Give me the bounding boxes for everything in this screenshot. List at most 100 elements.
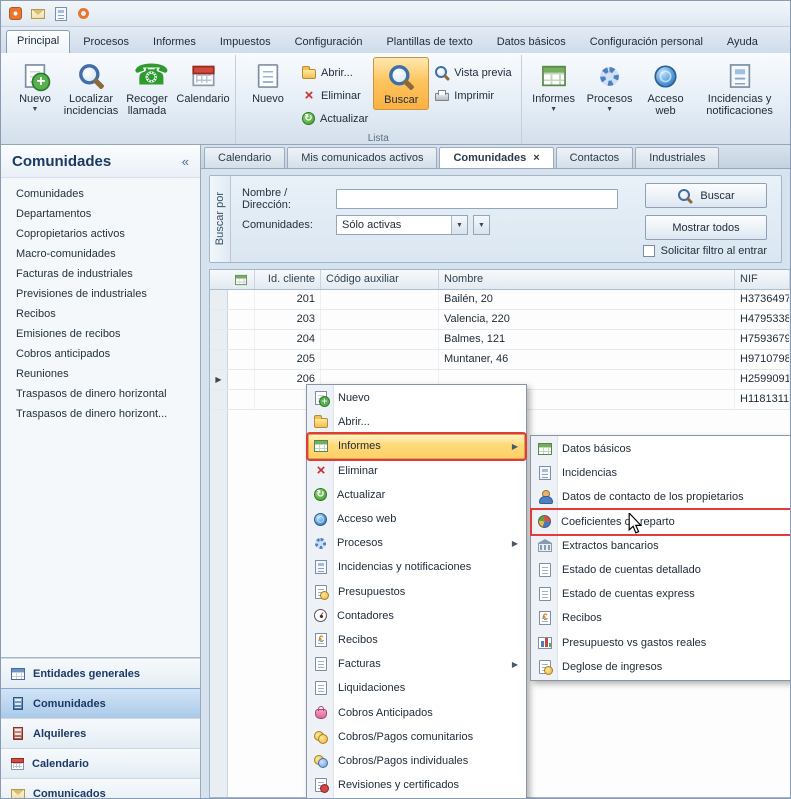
submenu-item[interactable]: Recibos — [532, 606, 791, 630]
submenu-item[interactable]: Estado de cuentas express — [532, 582, 791, 606]
sidebar-item[interactable]: Copropietarios activos — [1, 224, 200, 244]
reports-button[interactable]: Informes ▼ — [526, 57, 582, 116]
search-button[interactable]: Buscar — [645, 183, 767, 208]
table-row[interactable]: 201Bailén, 20H37364973 — [210, 290, 790, 310]
filter-on-enter-checkbox[interactable] — [643, 245, 655, 257]
table-row[interactable]: 204Balmes, 121H75936799 — [210, 330, 790, 350]
context-menu-item[interactable]: Contadores — [308, 604, 525, 628]
submenu-item[interactable]: Estado de cuentas detallado — [532, 558, 791, 582]
sidebar-nav-item[interactable]: Calendario — [1, 748, 200, 778]
ribbon-tab-5[interactable]: Configuración — [284, 31, 374, 53]
locate-incidents-button[interactable]: Localizar incidencias — [63, 57, 119, 120]
table-row[interactable]: 203Valencia, 220H47953385 — [210, 310, 790, 330]
preview-button[interactable]: Vista previa — [429, 63, 516, 82]
context-menu-item[interactable]: Incidencias y notificaciones — [308, 555, 525, 579]
column-header-id-cliente[interactable]: Id. cliente — [255, 270, 321, 289]
ribbon-tab-6[interactable]: Plantillas de texto — [375, 31, 483, 53]
printer-icon — [435, 93, 449, 101]
sidebar-item[interactable]: Emisiones de recibos — [1, 324, 200, 344]
processes-button[interactable]: Procesos ▼ — [582, 57, 638, 116]
context-menu-item[interactable]: Presupuestos — [308, 580, 525, 604]
context-menu-item[interactable]: Revisiones y certificados — [308, 773, 525, 797]
sidebar-nav-item[interactable]: Comunicados — [1, 778, 200, 799]
context-menu-item[interactable]: Procesos▶ — [308, 531, 525, 555]
document-tab[interactable]: Mis comunicados activos — [287, 147, 437, 168]
communities-extra-dropdown[interactable]: ▼ — [473, 215, 490, 235]
notes-icon[interactable] — [55, 7, 67, 21]
show-all-button[interactable]: Mostrar todos — [645, 215, 767, 240]
context-menu-item[interactable]: Nuevo — [308, 386, 525, 410]
sidebar-item[interactable]: Traspasos de dinero horizontal — [1, 384, 200, 404]
context-menu-item[interactable]: Cobros/Pagos individuales — [308, 749, 525, 773]
name-address-input[interactable] — [336, 189, 618, 209]
document-tab[interactable]: Contactos — [556, 147, 634, 168]
submenu-item[interactable]: Datos básicos — [532, 437, 791, 461]
pickup-call-button[interactable]: Recoger llamada — [119, 57, 175, 120]
sidebar-item[interactable]: Cobros anticipados — [1, 344, 200, 364]
budgets-ribbon-button[interactable]: Presu — [786, 57, 790, 108]
context-menu-item[interactable]: Cobros/Pagos comunitarios — [308, 725, 525, 749]
new-button[interactable]: Nuevo ▼ — [7, 57, 63, 116]
context-menu-item[interactable]: Eliminar — [308, 459, 525, 483]
open-button[interactable]: Abrir... — [296, 63, 373, 82]
search-ribbon-button[interactable]: Buscar — [373, 57, 429, 110]
grid-header-icon-cell[interactable] — [227, 270, 255, 289]
sidebar-nav-item[interactable]: Comunidades — [1, 688, 200, 718]
submenu-item[interactable]: Presupuesto vs gastos reales — [532, 631, 791, 655]
sidebar-item[interactable]: Traspasos de dinero horizont... — [1, 404, 200, 424]
context-menu-item[interactable]: Actualizar — [308, 483, 525, 507]
ribbon-tab-8[interactable]: Configuración personal — [579, 31, 714, 53]
sidebar-item[interactable]: Comunidades — [1, 184, 200, 204]
web-access-button[interactable]: Acceso web — [638, 57, 694, 120]
context-menu-item[interactable]: Liquidaciones — [308, 676, 525, 700]
record-icon[interactable] — [78, 8, 89, 19]
sidebar-nav-item[interactable]: Entidades generales — [1, 658, 200, 688]
context-menu-item[interactable]: Informes▶ — [308, 434, 525, 458]
submenu-item[interactable]: Coeficientes de reparto — [532, 510, 791, 534]
ribbon-tab-7[interactable]: Datos básicos — [486, 31, 577, 53]
submenu-item[interactable]: Extractos bancarios — [532, 534, 791, 558]
new-list-item-button[interactable]: Nuevo — [240, 57, 296, 108]
calendar-ribbon-button[interactable]: Calendario — [175, 57, 231, 108]
ribbon-tab-3[interactable]: Informes — [142, 31, 207, 53]
collapse-sidebar-icon[interactable]: « — [182, 154, 189, 169]
chevron-down-icon[interactable]: ▼ — [451, 216, 467, 234]
column-header-codigo-auxiliar[interactable]: Código auxiliar — [321, 270, 439, 289]
sidebar-item[interactable]: Facturas de industriales — [1, 264, 200, 284]
communities-select[interactable]: Sólo activas ▼ — [336, 215, 468, 235]
document-tab[interactable]: Comunidades× — [439, 147, 553, 168]
print-button[interactable]: Imprimir — [429, 86, 516, 105]
column-header-nif[interactable]: NIF — [735, 270, 790, 289]
context-menu-item[interactable]: Acceso web — [308, 507, 525, 531]
ribbon-tab-9[interactable]: Ayuda — [716, 31, 769, 53]
context-menu-item[interactable]: Abrir... — [308, 410, 525, 434]
sidebar-item[interactable]: Macro-comunidades — [1, 244, 200, 264]
column-header-nombre[interactable]: Nombre — [439, 270, 735, 289]
cell-nombre: Bailén, 20 — [439, 290, 735, 309]
incidents-notifications-button[interactable]: Incidencias y notificaciones — [694, 57, 786, 120]
refresh-button[interactable]: Actualizar — [296, 109, 373, 128]
context-menu-item[interactable]: Recibos — [308, 628, 525, 652]
sidebar-item[interactable]: Previsiones de industriales — [1, 284, 200, 304]
ribbon-tab-2[interactable]: Procesos — [72, 31, 140, 53]
cell-codigo-auxiliar — [321, 290, 439, 309]
mail-icon[interactable] — [31, 9, 45, 19]
document-tab[interactable]: Industriales — [635, 147, 719, 168]
sidebar-item[interactable]: Departamentos — [1, 204, 200, 224]
reports-button-label: Informes — [532, 93, 575, 105]
ribbon-tab-1[interactable]: Principal — [6, 30, 70, 53]
context-menu-item[interactable]: Cobros Anticipados — [308, 700, 525, 724]
close-icon[interactable]: × — [533, 152, 539, 164]
delete-button[interactable]: Eliminar — [296, 86, 373, 105]
sidebar-nav-item[interactable]: Alquileres — [1, 718, 200, 748]
ribbon-tab-4[interactable]: Impuestos — [209, 31, 282, 53]
submenu-item[interactable]: Incidencias — [532, 461, 791, 485]
context-menu-item[interactable]: Facturas▶ — [308, 652, 525, 676]
sidebar-item[interactable]: Reuniones — [1, 364, 200, 384]
table-row[interactable]: 205Muntaner, 46H97107981 — [210, 350, 790, 370]
app-icon[interactable] — [9, 7, 22, 20]
submenu-item[interactable]: Datos de contacto de los propietarios — [532, 485, 791, 509]
submenu-item[interactable]: Deglose de ingresos — [532, 655, 791, 679]
sidebar-item[interactable]: Recibos — [1, 304, 200, 324]
document-tab[interactable]: Calendario — [204, 147, 285, 168]
